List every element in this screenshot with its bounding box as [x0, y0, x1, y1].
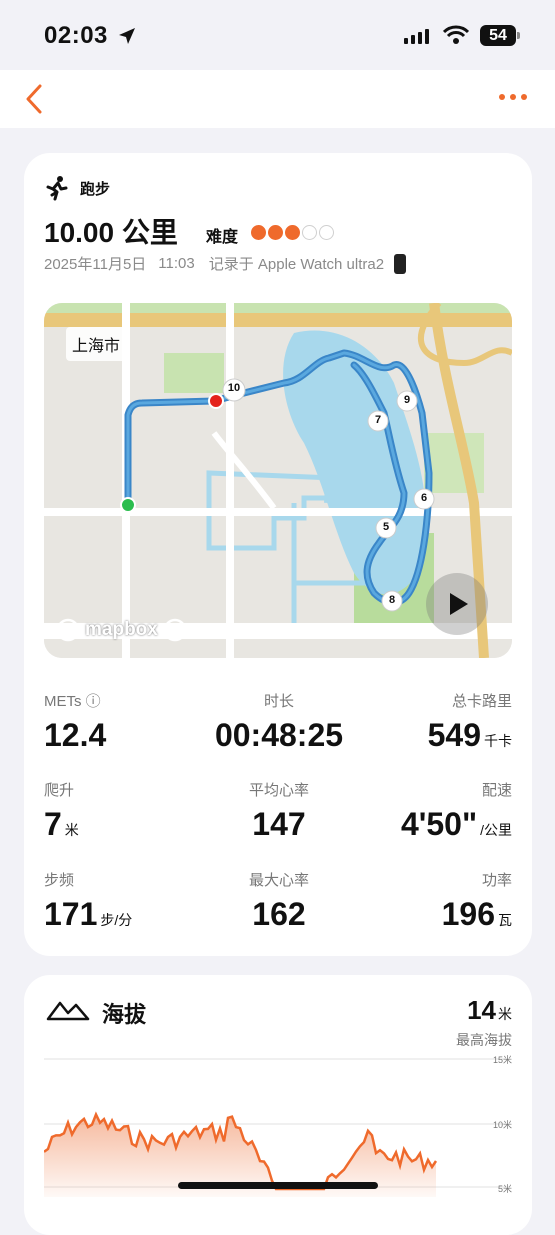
axis-label: 15米 [492, 1055, 512, 1065]
axis-label: 5米 [497, 1184, 512, 1194]
km-marker: 5 [382, 521, 390, 533]
battery-indicator: 54 [480, 25, 520, 46]
sport-type: 跑步 [44, 175, 110, 201]
difficulty-dot [319, 225, 334, 240]
stat-calories: 总卡路里 549 千卡 [362, 690, 512, 754]
sport-label: 跑步 [80, 180, 111, 198]
km-marker: 9 [403, 394, 411, 406]
distance-value: 10.00 公里 [44, 217, 178, 248]
stat-mets: METs ⓘ 12.4 [44, 690, 194, 754]
difficulty-label: 难度 [206, 229, 239, 246]
back-chevron-icon[interactable] [22, 82, 48, 116]
home-indicator [178, 1182, 378, 1189]
altitude-max-value: 14 [467, 995, 496, 1025]
workout-date: 2025年11月5日 [44, 256, 147, 273]
stat-unit: 千卡 [484, 733, 512, 749]
stat-cadence: 步频 171 步/分 [44, 869, 194, 933]
stat-pace: 配速 4'50"/公里 [312, 779, 512, 843]
difficulty-rating [251, 225, 334, 240]
stat-unit: /公里 [480, 822, 512, 838]
stat-label: 爬升 [44, 782, 75, 799]
km-marker: 10 [227, 382, 241, 394]
recorded-by: 记录于 Apple Watch ultra2 [208, 256, 385, 273]
running-icon [46, 176, 68, 201]
km-marker: 8 [388, 594, 396, 606]
status-time: 02:03 [44, 22, 108, 49]
status-bar: 02:03 54 [0, 0, 555, 70]
route-map[interactable]: 10 9 7 6 5 8 上海市 mapbox [44, 303, 512, 658]
altitude-card[interactable]: 海拔 14 米 最高海拔 15米 10米 5米 [24, 975, 532, 1235]
stat-unit: 瓦 [498, 912, 512, 928]
wifi-icon [443, 25, 469, 44]
altitude-max-label: 最高海拔 [456, 1032, 512, 1048]
difficulty-dot [251, 225, 266, 240]
stat-unit: 米 [64, 822, 79, 838]
cellular-signal-icon [404, 29, 429, 44]
stat-value: 196 [441, 896, 495, 932]
stat-power: 功率 196 瓦 [362, 869, 512, 933]
stat-max-heart-rate: 最大心率 162 [204, 869, 354, 933]
stat-label: 配速 [481, 782, 512, 799]
difficulty-dot [268, 225, 283, 240]
mapbox-text: mapbox [85, 619, 158, 640]
stat-value: 7 [44, 806, 62, 842]
difficulty-dot [302, 225, 317, 240]
play-route-button[interactable] [426, 573, 488, 635]
stat-label: 步频 [44, 872, 75, 889]
stat-duration: 时长 00:48:25 [204, 690, 354, 754]
workout-summary-card: 跑步 10.00 公里 难度 2025年11月5日 11:03 记录于 Appl… [24, 153, 532, 956]
stat-label: 最大心率 [248, 872, 309, 889]
altitude-max: 14 米 最高海拔 [456, 995, 512, 1050]
altitude-max-unit: 米 [498, 1006, 512, 1022]
stat-value: 171 [44, 896, 98, 932]
stat-value: 12.4 [44, 717, 107, 753]
info-icon[interactable] [163, 618, 187, 642]
watch-icon [394, 250, 407, 277]
mapbox-logo-icon [56, 618, 80, 642]
mapbox-attribution[interactable]: mapbox [56, 618, 187, 642]
axis-label: 10米 [492, 1120, 512, 1130]
more-dots-icon[interactable] [499, 94, 527, 100]
location-arrow-icon [119, 28, 135, 44]
mountain-icon [46, 1001, 90, 1021]
stat-label: 总卡路里 [451, 693, 512, 710]
km-marker: 7 [374, 414, 382, 426]
workout-meta: 2025年11月5日 11:03 记录于 Apple Watch ultra2 [44, 250, 407, 277]
km-marker: 6 [420, 492, 428, 504]
stat-label: 功率 [481, 872, 512, 889]
map-city-label: 上海市 [66, 327, 127, 361]
altitude-title: 海拔 [102, 1002, 147, 1027]
stat-value: 00:48:25 [214, 717, 344, 753]
stat-unit: 步/分 [100, 912, 133, 928]
altitude-chart [44, 1058, 510, 1197]
stat-value: 162 [252, 896, 306, 932]
stat-label: 时长 [263, 693, 294, 710]
play-icon [450, 593, 468, 615]
stat-label: METs ⓘ [44, 693, 101, 710]
nav-bar [0, 70, 555, 128]
stat-value: 549 [427, 717, 481, 753]
difficulty-dot [285, 225, 300, 240]
stat-value: 4'50" [400, 806, 478, 842]
workout-time: 11:03 [158, 255, 195, 272]
stat-climb: 爬升 7米 [44, 779, 194, 843]
stat-value: 147 [252, 806, 306, 842]
